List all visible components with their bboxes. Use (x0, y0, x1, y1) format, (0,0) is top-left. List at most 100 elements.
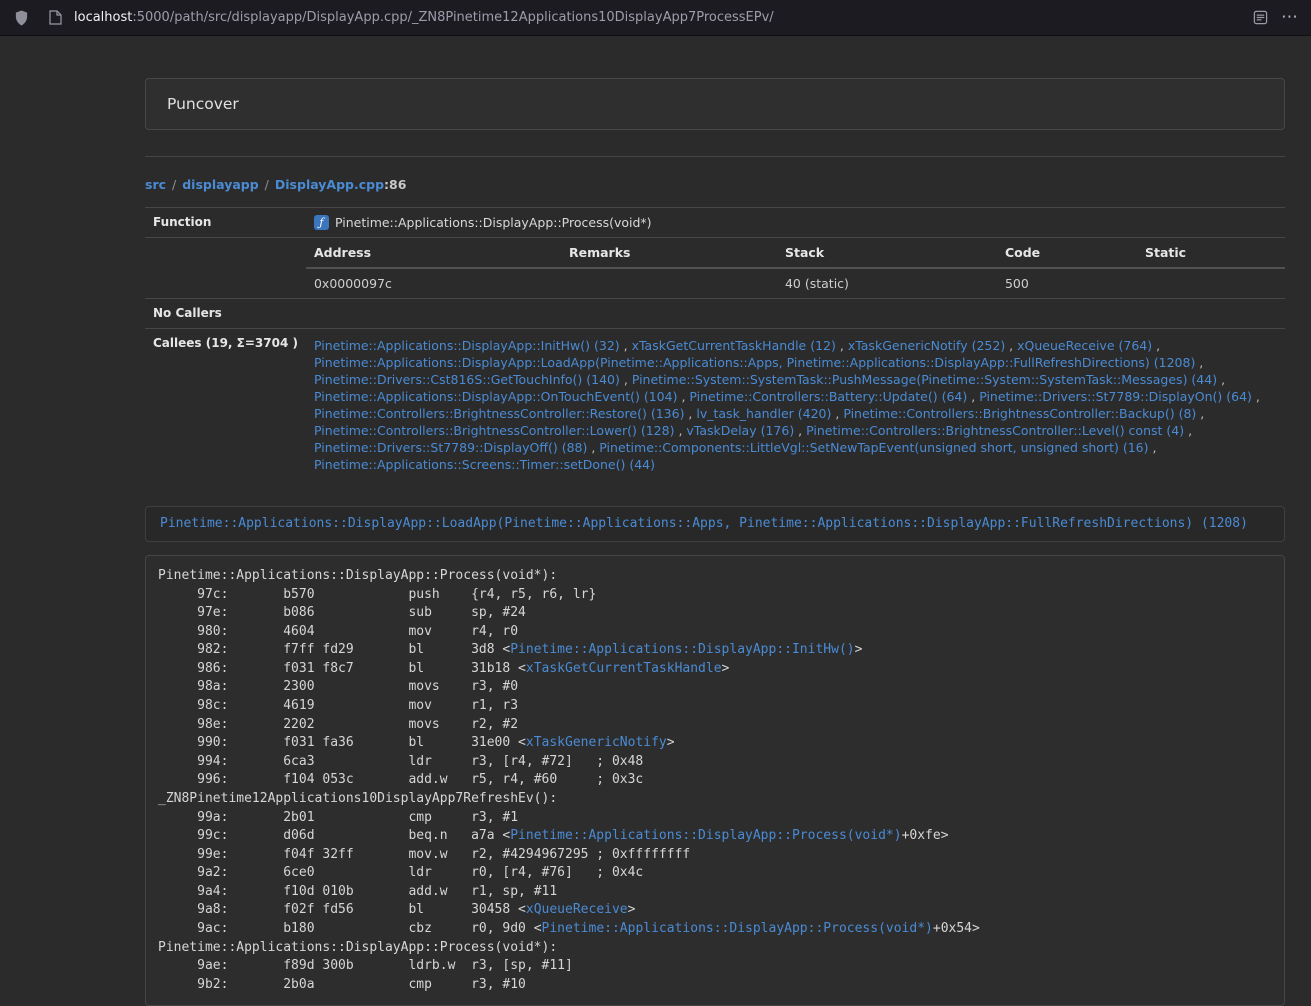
url-bar[interactable]: localhost:5000/path/src/displayapp/Displ… (40, 7, 1241, 29)
breadcrumb: src / displayapp / DisplayApp.cpp:86 (145, 177, 1285, 192)
callee-separator: , (1152, 338, 1160, 353)
callee-link[interactable]: Pinetime::Controllers::BrightnessControl… (843, 406, 1196, 421)
more-menu-icon[interactable]: ⋯ (1279, 7, 1301, 29)
disassembly-text: 99e: f04f 32ff mov.w r2, #4294967295 ; 0… (158, 847, 690, 862)
callee-separator: , (674, 423, 686, 438)
callee-link[interactable]: Pinetime::Controllers::BrightnessControl… (314, 406, 684, 421)
disassembly-text: 9a2: 6ce0 ldr r0, [r4, #76] ; 0x4c (158, 865, 643, 880)
disassembly-text: > (667, 735, 675, 750)
callee-link[interactable]: Pinetime::Controllers::BrightnessControl… (314, 423, 675, 438)
callee-link[interactable]: Pinetime::Controllers::BrightnessControl… (806, 423, 1184, 438)
column-code: Code (997, 238, 1137, 268)
metrics-label-empty (145, 238, 306, 299)
breadcrumb-link-file[interactable]: DisplayApp.cpp (275, 177, 384, 192)
disassembly-text: +0x54> (933, 921, 980, 936)
callee-separator: , (831, 406, 843, 421)
disassembly-text: 9a4: f10d 010b add.w r1, sp, #11 (158, 884, 557, 899)
disassembly-text: 990: f031 fa36 bl 31e00 < (158, 735, 526, 750)
callee-link[interactable]: Pinetime::Drivers::St7789::DisplayOn() (… (979, 389, 1252, 404)
disassembly-symbol-link[interactable]: xTaskGenericNotify (526, 735, 667, 750)
reader-mode-icon[interactable] (1249, 7, 1271, 29)
callee-link[interactable]: Pinetime::Applications::DisplayApp::Init… (314, 338, 620, 353)
navbar: Puncover (145, 78, 1285, 130)
breadcrumb-separator: / (265, 177, 269, 192)
code-value: 500 (997, 268, 1137, 298)
disassembly-text: 99c: d06d beq.n a7a < (158, 828, 510, 843)
callee-separator: , (587, 440, 599, 455)
callees-list: Pinetime::Applications::DisplayApp::Init… (306, 329, 1285, 482)
function-symbol: Pinetime::Applications::DisplayApp::Proc… (335, 214, 652, 231)
callee-separator: , (1217, 372, 1225, 387)
disassembly-symbol-link[interactable]: xTaskGetCurrentTaskHandle (526, 661, 722, 676)
callee-link[interactable]: Pinetime::Drivers::St7789::DisplayOff() … (314, 440, 587, 455)
stack-value: 40 (static) (777, 268, 997, 298)
divider (145, 156, 1285, 157)
callee-link[interactable]: vTaskDelay (176) (686, 423, 794, 438)
callee-separator: , (620, 338, 632, 353)
function-icon: ƒ (314, 215, 329, 230)
column-static: Static (1137, 238, 1285, 268)
disassembly-text: 9b2: 2b0a cmp r3, #10 (158, 977, 526, 992)
metrics-values-row: 0x0000097c 40 (static) 500 (306, 268, 1285, 298)
disassembly-text: Pinetime::Applications::DisplayApp::Proc… (158, 940, 557, 955)
disassembly-text: +0xfe> (902, 828, 949, 843)
url-text: localhost:5000/path/src/displayapp/Displ… (74, 10, 774, 25)
breadcrumb-line-number: :86 (384, 177, 406, 192)
breadcrumb-link-displayapp[interactable]: displayapp (182, 177, 258, 192)
function-label: Function (145, 208, 306, 238)
puncover-brand[interactable]: Puncover (146, 95, 239, 113)
disassembly-text: > (855, 642, 863, 657)
metrics-row: Address Remarks Stack Code Static 0x0000… (145, 238, 1285, 299)
static-value (1137, 268, 1285, 298)
callees-row: Callees (19, Σ=3704 ) Pinetime::Applicat… (145, 329, 1285, 482)
disassembly-text: 98a: 2300 movs r3, #0 (158, 679, 518, 694)
callee-link[interactable]: Pinetime::Components::LittleVgl::SetNewT… (599, 440, 1148, 455)
disassembly-symbol-link[interactable]: Pinetime::Applications::DisplayApp::Proc… (542, 921, 933, 936)
callee-separator: , (1252, 389, 1260, 404)
callee-link[interactable]: Pinetime::Applications::DisplayApp::OnTo… (314, 389, 678, 404)
disassembly-block: Pinetime::Applications::DisplayApp::Proc… (145, 555, 1285, 1006)
disassembly-text: 99a: 2b01 cmp r3, #1 (158, 810, 518, 825)
callee-separator: , (1195, 355, 1203, 370)
highlighted-callee-link[interactable]: Pinetime::Applications::DisplayApp::Load… (160, 516, 1248, 531)
callee-separator: , (1149, 440, 1157, 455)
page-icon (44, 7, 66, 29)
callee-link[interactable]: Pinetime::Controllers::Battery::Update()… (689, 389, 967, 404)
disassembly-text: 980: 4604 mov r4, r0 (158, 624, 518, 639)
url-path: :5000/path/src/displayapp/DisplayApp.cpp… (132, 10, 773, 25)
disassembly-text: 98c: 4619 mov r1, r3 (158, 698, 518, 713)
disassembly-symbol-link[interactable]: Pinetime::Applications::DisplayApp::Proc… (510, 828, 901, 843)
callee-link[interactable]: Pinetime::Applications::DisplayApp::Load… (314, 355, 1195, 370)
disassembly-text: 9ac: b180 cbz r0, 9d0 < (158, 921, 542, 936)
callee-link[interactable]: xTaskGenericNotify (252) (848, 338, 1005, 353)
disassembly-text: 97c: b570 push {r4, r5, r6, lr} (158, 587, 596, 602)
callee-separator: , (794, 423, 806, 438)
callee-link[interactable]: Pinetime::System::SystemTask::PushMessag… (632, 372, 1217, 387)
callee-link[interactable]: xTaskGetCurrentTaskHandle (12) (632, 338, 836, 353)
callee-link[interactable]: Pinetime::Applications::Screens::Timer::… (314, 457, 655, 472)
url-host: localhost (74, 10, 132, 25)
column-stack: Stack (777, 238, 997, 268)
breadcrumb-separator: / (172, 177, 176, 192)
disassembly-text: 97e: b086 sub sp, #24 (158, 605, 526, 620)
callee-link[interactable]: lv_task_handler (420) (696, 406, 831, 421)
disassembly-code: Pinetime::Applications::DisplayApp::Proc… (158, 567, 1272, 994)
no-callers-label: No Callers (145, 299, 306, 329)
highlighted-callee-well: Pinetime::Applications::DisplayApp::Load… (145, 506, 1285, 542)
callee-separator: , (1005, 338, 1017, 353)
breadcrumb-link-src[interactable]: src (145, 177, 166, 192)
disassembly-text: 9ae: f89d 300b ldrb.w r3, [sp, #11] (158, 958, 573, 973)
disassembly-text: > (628, 902, 636, 917)
disassembly-text: 9a8: f02f fd56 bl 30458 < (158, 902, 526, 917)
callee-link[interactable]: Pinetime::Drivers::Cst816S::GetTouchInfo… (314, 372, 620, 387)
disassembly-text: Pinetime::Applications::DisplayApp::Proc… (158, 568, 557, 583)
disassembly-symbol-link[interactable]: Pinetime::Applications::DisplayApp::Init… (510, 642, 854, 657)
disassembly-symbol-link[interactable]: xQueueReceive (526, 902, 628, 917)
shield-icon[interactable] (10, 7, 32, 29)
callee-link[interactable]: xQueueReceive (764) (1017, 338, 1152, 353)
function-table: Function ƒ Pinetime::Applications::Displ… (145, 207, 1285, 481)
disassembly-text: 994: 6ca3 ldr r3, [r4, #72] ; 0x48 (158, 754, 643, 769)
callees-label: Callees (19, Σ=3704 ) (145, 329, 306, 482)
disassembly-text: _ZN8Pinetime12Applications10DisplayApp7R… (158, 791, 557, 806)
address-value: 0x0000097c (306, 268, 561, 298)
